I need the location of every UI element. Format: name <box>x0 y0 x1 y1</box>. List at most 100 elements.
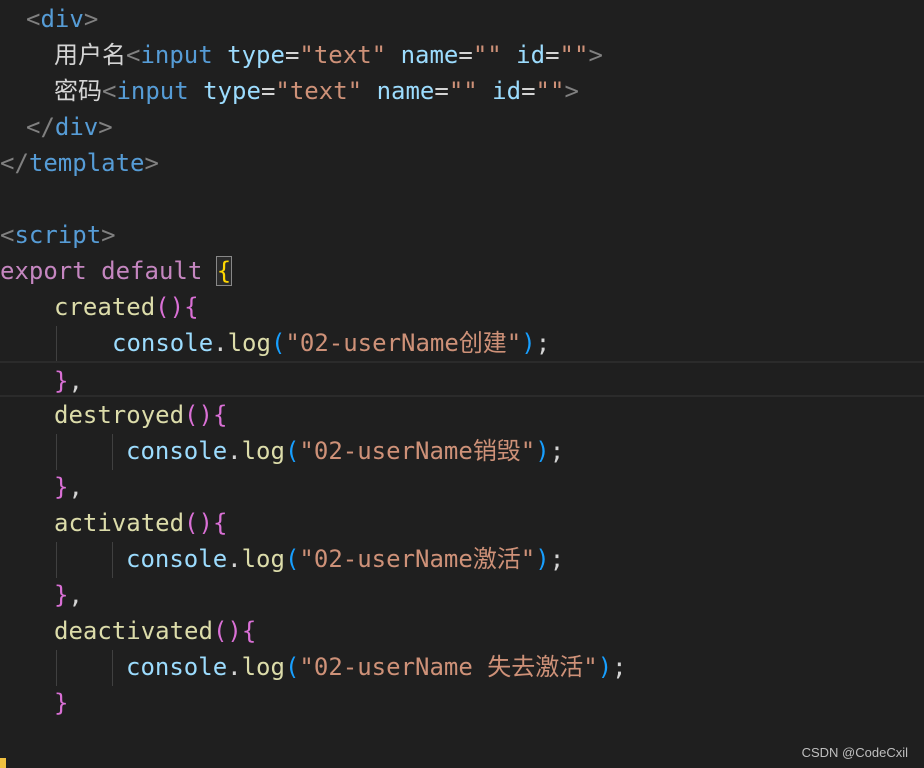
code-line-18: deactivated(){ <box>0 613 924 649</box>
code-line-3: 密码<input type="text" name="" id=""> <box>0 73 924 109</box>
attr-value: "" <box>535 77 565 105</box>
label-text: 密码 <box>54 77 102 105</box>
tag-name: div <box>40 5 84 33</box>
brace-open: { <box>241 617 257 645</box>
tag-close: > <box>564 77 579 105</box>
string-literal: "02-userName创建" <box>285 329 522 357</box>
tag-close: > <box>144 149 159 177</box>
attr-name: id <box>516 41 546 69</box>
code-line-2: 用户名<input type="text" name="" id=""> <box>0 37 924 73</box>
method-name: created <box>54 293 156 321</box>
attr-value: "text" <box>299 41 387 69</box>
tag-open: < <box>0 221 15 249</box>
parens: () <box>212 617 242 645</box>
brace-open: { <box>184 293 199 321</box>
semicolon: ; <box>535 329 551 357</box>
method-name: deactivated <box>54 617 213 645</box>
tag-close: > <box>83 5 99 33</box>
code-line-12: destroyed(){ <box>0 397 924 433</box>
tag-name: input <box>116 77 189 105</box>
comma: , <box>68 473 83 501</box>
log-function: log <box>241 545 285 573</box>
brace-open: { <box>212 509 228 537</box>
code-line-8: export default { <box>0 253 924 289</box>
code-line-10: console.log("02-userName创建"); <box>0 325 924 361</box>
attr-eq: = <box>545 41 560 69</box>
attr-name: type <box>227 41 285 69</box>
semicolon: ; <box>549 545 565 573</box>
tag-open: < <box>26 5 41 33</box>
matching-brace-marker <box>0 758 6 768</box>
code-line-20: } <box>0 685 924 721</box>
paren-close: ) <box>521 329 536 357</box>
brace-open: { <box>215 256 233 286</box>
tag-open: </ <box>0 149 29 177</box>
brace-close: } <box>54 473 69 501</box>
console-object: console <box>126 437 228 465</box>
code-line-17: }, <box>0 577 924 613</box>
console-object: console <box>126 545 228 573</box>
code-line-5: </template> <box>0 145 924 181</box>
code-line-4: </div> <box>0 109 924 145</box>
parens: () <box>155 293 185 321</box>
code-editor[interactable]: <div> 用户名<input type="text" name="" id="… <box>0 0 924 768</box>
code-line-1: <div> <box>0 1 924 37</box>
console-object: console <box>126 653 228 681</box>
paren-close: ) <box>597 653 613 681</box>
tag-name: input <box>140 41 213 69</box>
attr-value: "text" <box>275 77 363 105</box>
log-function: log <box>241 437 285 465</box>
paren-open: ( <box>270 329 286 357</box>
semicolon: ; <box>549 437 565 465</box>
comma: , <box>68 367 83 395</box>
attr-value: "" <box>448 77 478 105</box>
comma: , <box>68 581 83 609</box>
string-literal: "02-userName 失去激活" <box>299 653 598 681</box>
method-name: activated <box>54 509 185 537</box>
parens: () <box>184 509 213 537</box>
paren-close: ) <box>535 437 550 465</box>
tag-open: < <box>102 77 117 105</box>
brace-close: } <box>54 367 69 395</box>
attr-name: id <box>492 77 522 105</box>
console-object: console <box>112 329 214 357</box>
code-line-14: }, <box>0 469 924 505</box>
attr-name: name <box>400 41 459 69</box>
dot: . <box>227 437 242 465</box>
string-literal: "02-userName销毁" <box>299 437 536 465</box>
log-function: log <box>227 329 271 357</box>
tag-open: </ <box>26 113 55 141</box>
keyword-export: export <box>0 257 87 285</box>
attr-value: "" <box>559 41 589 69</box>
paren-open: ( <box>284 437 300 465</box>
method-name: destroyed <box>54 401 185 429</box>
attr-eq: = <box>284 41 300 69</box>
tag-name: div <box>54 113 99 141</box>
paren-open: ( <box>284 545 300 573</box>
attr-eq: = <box>260 77 276 105</box>
tag-close: > <box>101 221 116 249</box>
attr-name: name <box>376 77 435 105</box>
log-function: log <box>241 653 285 681</box>
paren-open: ( <box>284 653 300 681</box>
attr-eq: = <box>434 77 449 105</box>
code-line-15: activated(){ <box>0 505 924 541</box>
brace-open: { <box>212 401 228 429</box>
tag-close: > <box>98 113 113 141</box>
attr-eq: = <box>521 77 536 105</box>
attr-eq: = <box>458 41 473 69</box>
code-line-13: console.log("02-userName销毁"); <box>0 433 924 469</box>
label-text: 用户名 <box>54 41 126 69</box>
dot: . <box>227 545 242 573</box>
watermark: CSDN @CodeCxil <box>801 745 908 760</box>
code-line-11: }, <box>0 361 924 397</box>
brace-close: } <box>54 689 69 717</box>
attr-name: type <box>203 77 261 105</box>
tag-name: template <box>28 149 145 177</box>
parens: () <box>184 401 213 429</box>
paren-close: ) <box>535 545 550 573</box>
code-line-7: <script> <box>0 217 924 253</box>
attr-value: "" <box>472 41 502 69</box>
keyword-default: default <box>101 257 203 285</box>
tag-open: < <box>126 41 141 69</box>
